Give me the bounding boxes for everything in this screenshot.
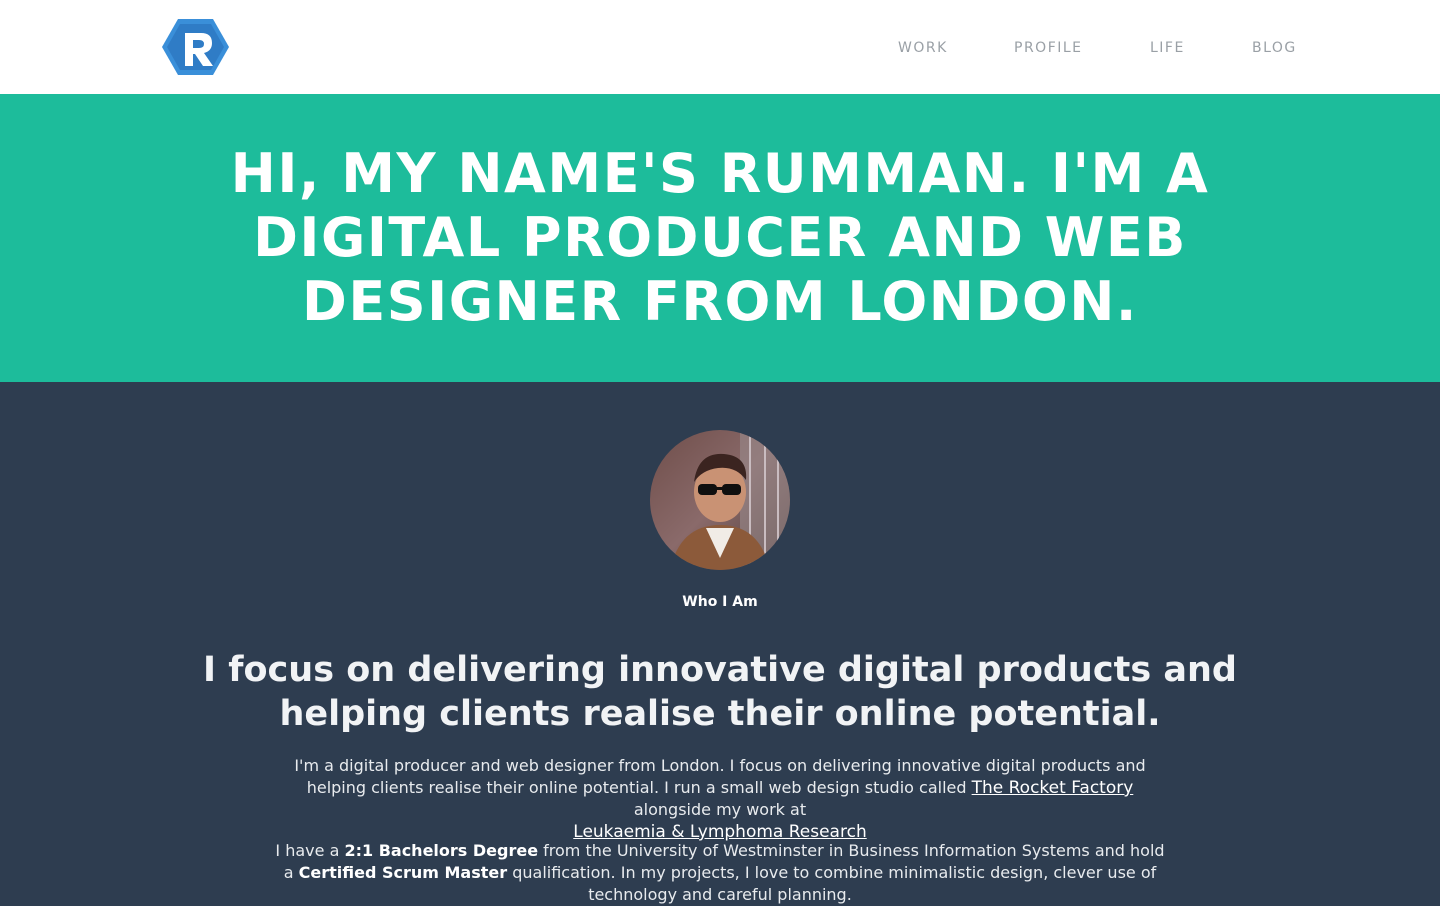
nav-work-link[interactable]: WORK bbox=[898, 40, 948, 56]
who-i-am-caption: Who I Am bbox=[682, 594, 758, 610]
edu-text-a: I have a bbox=[275, 841, 345, 860]
degree-highlight: 2:1 Bachelors Degree bbox=[344, 841, 539, 860]
nav-life-link[interactable]: LIFE bbox=[1150, 40, 1185, 56]
site-header: WORK PROFILE LIFE BLOG bbox=[0, 0, 1440, 94]
main-nav: WORK PROFILE LIFE BLOG bbox=[0, 40, 1440, 60]
profile-photo bbox=[650, 430, 790, 570]
scrum-highlight: Certified Scrum Master bbox=[298, 863, 508, 882]
nav-blog-link[interactable]: BLOG bbox=[1252, 40, 1297, 56]
intro-text-b: alongside my work at bbox=[633, 800, 807, 819]
lead-statement: I focus on delivering innovative digital… bbox=[203, 650, 1237, 734]
avatar bbox=[650, 430, 790, 570]
edu-text-c: qualification. In my projects, I love to… bbox=[507, 863, 1157, 904]
education-paragraph: I have a 2:1 Bachelors Degree from the U… bbox=[270, 840, 1170, 906]
llr-link[interactable]: Leukaemia & Lymphoma Research bbox=[573, 822, 866, 842]
intro-paragraph: I'm a digital producer and web designer … bbox=[270, 755, 1170, 843]
nav-profile-link[interactable]: PROFILE bbox=[1014, 40, 1083, 56]
hero-headline: HI, MY NAME'S RUMMAN. I'M A DIGITAL PROD… bbox=[230, 142, 1210, 333]
hero-banner: HI, MY NAME'S RUMMAN. I'M A DIGITAL PROD… bbox=[0, 94, 1440, 382]
about-section: Who I Am I focus on delivering innovativ… bbox=[0, 382, 1440, 904]
rocket-factory-link[interactable]: The Rocket Factory bbox=[972, 778, 1134, 798]
